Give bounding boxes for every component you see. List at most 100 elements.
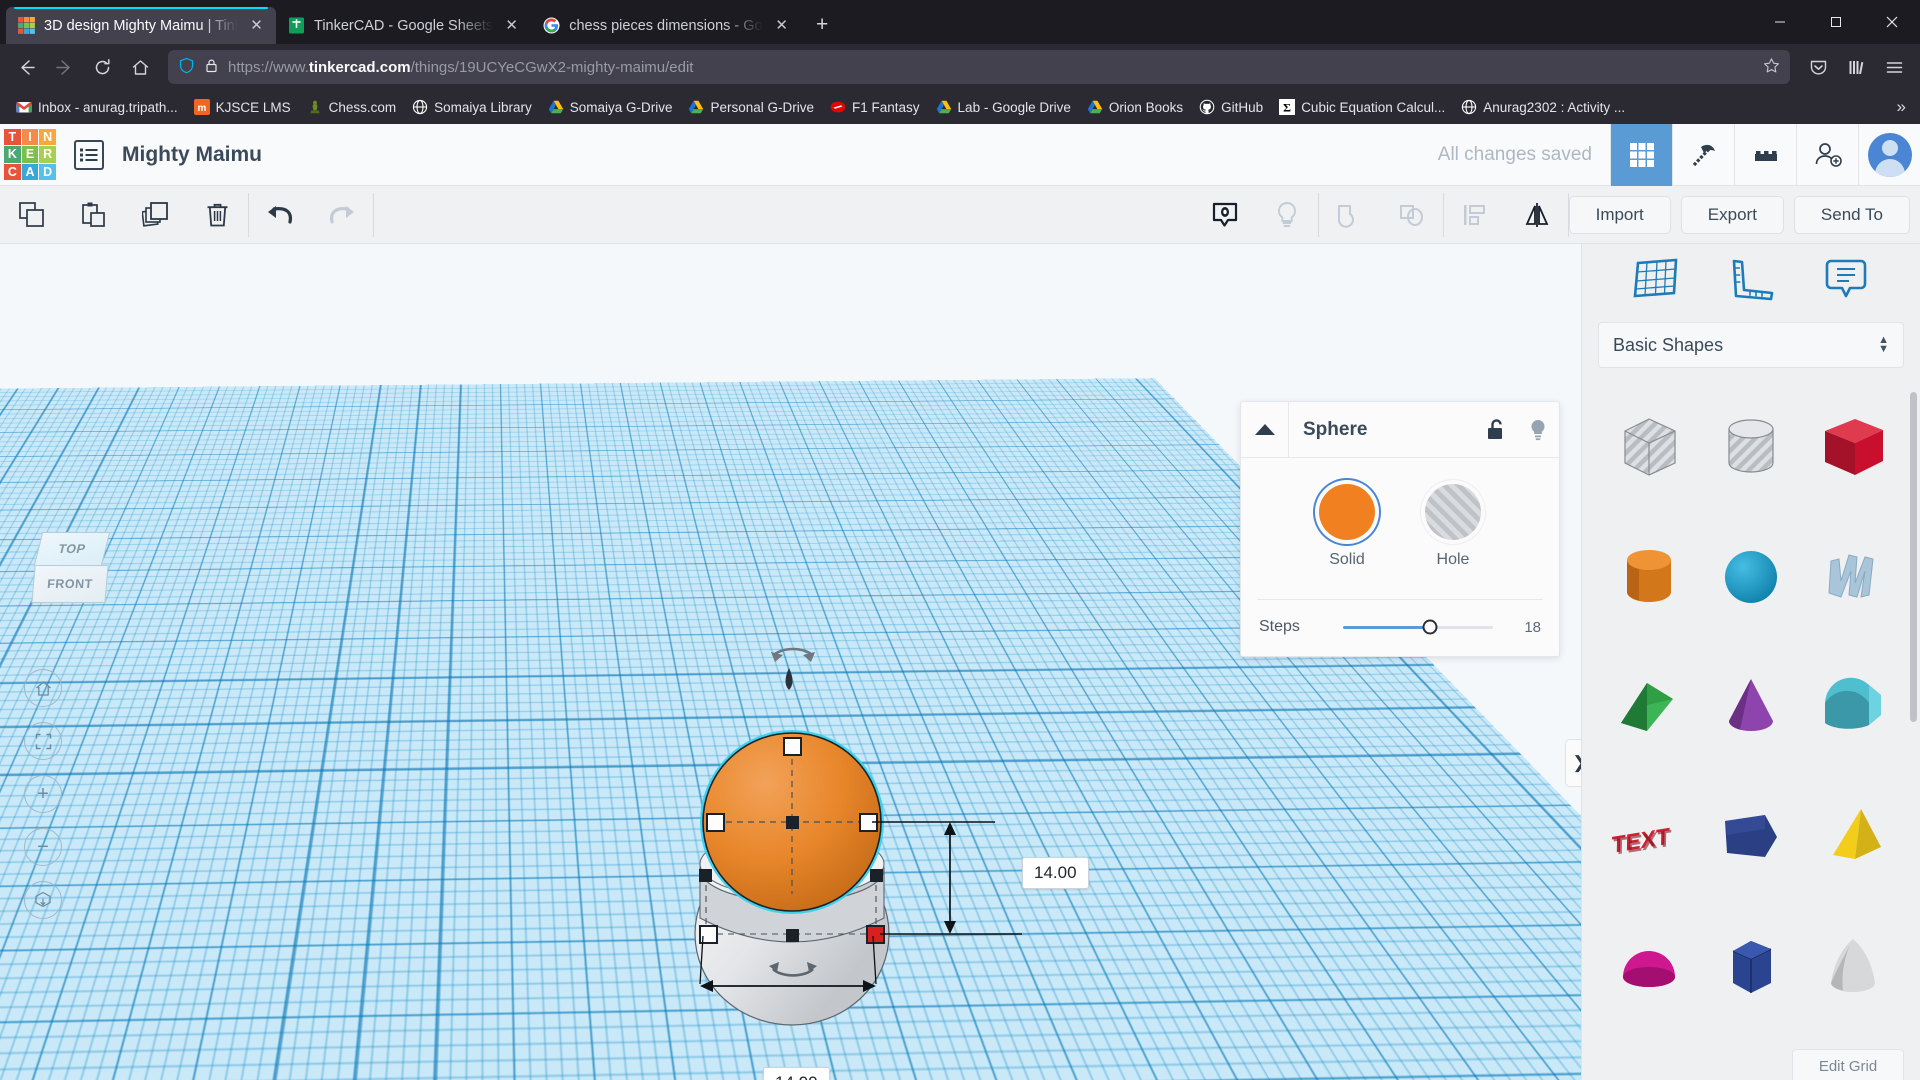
shape-item-dome[interactable]	[1598, 902, 1700, 1032]
close-icon[interactable]: ✕	[247, 16, 266, 35]
browser-tab-google-search[interactable]: chess pieces dimensions - Goog ✕	[531, 7, 801, 44]
browser-tab-tinkercad[interactable]: 3D design Mighty Maimu | Tinke ✕	[6, 7, 276, 44]
bookmark-cubic-equation-calculator[interactable]: Σ Cubic Equation Calcul...	[1271, 96, 1453, 118]
new-tab-button[interactable]: +	[805, 8, 839, 42]
collapse-triangle-icon[interactable]	[1241, 401, 1289, 458]
light-bulb-icon[interactable]	[1256, 186, 1318, 244]
copy-icon[interactable]	[0, 186, 62, 244]
steps-slider-knob[interactable]	[1422, 619, 1438, 635]
bookmark-somaiya-gdrive[interactable]: Somaiya G-Drive	[540, 96, 681, 118]
delete-icon[interactable]	[186, 186, 248, 244]
shapes-grid[interactable]: TEXT TEXT	[1582, 382, 1920, 1080]
bookmark-gmail[interactable]: Inbox - anurag.tripath...	[8, 96, 186, 118]
edit-grid-button[interactable]: Edit Grid	[1792, 1049, 1904, 1080]
reload-icon[interactable]	[84, 50, 120, 84]
bookmark-kjsce-lms[interactable]: m KJSCE LMS	[186, 96, 299, 118]
shape-item-text[interactable]: TEXT TEXT	[1598, 772, 1700, 902]
bookmark-chess-com[interactable]: Chess.com	[299, 96, 405, 118]
add-person-icon[interactable]	[1796, 123, 1858, 186]
list-menu-icon[interactable]	[74, 139, 104, 170]
shape-item-cone[interactable]	[1700, 642, 1802, 772]
steps-slider[interactable]	[1343, 619, 1493, 635]
import-button[interactable]: Import	[1568, 195, 1671, 234]
bricks-icon[interactable]	[1734, 123, 1796, 186]
shape-item-wedge[interactable]	[1700, 772, 1802, 902]
avatar-container[interactable]	[1858, 123, 1920, 186]
shield-icon[interactable]	[178, 57, 195, 78]
avatar[interactable]	[1867, 132, 1912, 177]
ruler-icon[interactable]	[1726, 257, 1776, 306]
shape-item-scribble[interactable]	[1802, 512, 1904, 642]
shape-item-pyramid[interactable]	[1802, 772, 1904, 902]
bookmark-orion-books[interactable]: Orion Books	[1079, 96, 1191, 118]
redo-icon[interactable]	[311, 186, 373, 244]
light-bulb-icon[interactable]	[1517, 402, 1559, 458]
page-title[interactable]: Mighty Maimu	[122, 143, 262, 167]
close-icon[interactable]: ✕	[502, 16, 521, 35]
shape-item-cylinder-hole[interactable]	[1700, 382, 1802, 512]
url-bar[interactable]: https://www.tinkercad.com/things/19UCYeC…	[168, 50, 1790, 84]
shape-item-cylinder[interactable]	[1598, 512, 1700, 642]
send-to-button[interactable]: Send To	[1793, 195, 1910, 234]
tinkercad-logo[interactable]: T I N K E R C A D	[4, 128, 56, 181]
shape-item-box-hole[interactable]	[1598, 382, 1700, 512]
bookmark-github[interactable]: GitHub	[1191, 96, 1271, 118]
notes-icon[interactable]	[1821, 257, 1871, 306]
logo-letter: A	[21, 163, 39, 181]
unlocked-padlock-icon[interactable]	[1475, 402, 1517, 458]
3d-canvas[interactable]: TOP FRONT + − 14.00	[0, 244, 1581, 1080]
shape-item-half-cylinder[interactable]	[1802, 642, 1904, 772]
maximize-icon[interactable]	[1808, 0, 1864, 44]
height-dimension-label[interactable]: 14.00	[1022, 857, 1089, 889]
bookmark-f1-fantasy[interactable]: F1 Fantasy	[822, 96, 928, 118]
solid-option[interactable]: Solid	[1319, 484, 1375, 569]
bookmark-somaiya-library[interactable]: Somaiya Library	[404, 96, 540, 118]
shape-item-paraboloid[interactable]	[1802, 902, 1904, 1032]
home-icon[interactable]	[122, 50, 158, 84]
library-icon[interactable]	[1838, 50, 1874, 84]
forward-icon[interactable]	[46, 50, 82, 84]
hole-option[interactable]: Hole	[1425, 484, 1481, 569]
align-icon[interactable]	[1444, 186, 1506, 244]
solid-label: Solid	[1329, 551, 1365, 568]
bookmark-label: KJSCE LMS	[215, 99, 291, 115]
width-dimension-label[interactable]: 14.00	[763, 1067, 830, 1080]
note-icon[interactable]	[1194, 186, 1256, 244]
mirror-icon[interactable]	[1506, 186, 1568, 244]
hamburger-icon[interactable]	[1876, 50, 1912, 84]
logo-letter: C	[4, 163, 21, 181]
shape-item-sphere[interactable]	[1700, 512, 1802, 642]
minimize-icon[interactable]	[1752, 0, 1808, 44]
ungroup-icon[interactable]	[1381, 186, 1443, 244]
codeblocks-pickaxe-icon[interactable]	[1672, 123, 1734, 186]
bookmark-personal-gdrive[interactable]: Personal G-Drive	[680, 96, 822, 118]
chevron-updown-icon[interactable]: ▲ ▼	[1878, 335, 1889, 355]
url-text[interactable]: https://www.tinkercad.com/things/19UCYeC…	[228, 59, 1754, 76]
shape-item-roof[interactable]	[1598, 642, 1700, 772]
group-icon[interactable]	[1319, 186, 1381, 244]
chess-piece-model[interactable]	[0, 244, 1581, 1080]
solid-color-swatch[interactable]	[1319, 484, 1375, 540]
paste-icon[interactable]	[62, 186, 124, 244]
browser-tab-google-sheets[interactable]: TinkerCAD - Google Sheets ✕	[276, 7, 531, 44]
export-button[interactable]: Export	[1680, 195, 1784, 234]
grid-view-icon[interactable]	[1610, 123, 1672, 186]
duplicate-icon[interactable]	[124, 186, 186, 244]
bookmark-lab-gdrive[interactable]: Lab - Google Drive	[928, 96, 1079, 118]
close-window-icon[interactable]	[1864, 0, 1920, 44]
shapes-scrollbar[interactable]	[1910, 392, 1917, 722]
bookmarks-overflow-button[interactable]: »	[1889, 95, 1914, 119]
steps-value[interactable]: 18	[1507, 619, 1541, 636]
star-icon[interactable]	[1763, 57, 1780, 78]
workplane-icon[interactable]	[1631, 257, 1681, 306]
lock-icon[interactable]	[204, 58, 219, 77]
pocket-icon[interactable]	[1800, 50, 1836, 84]
back-icon[interactable]	[8, 50, 44, 84]
undo-icon[interactable]	[249, 186, 311, 244]
shape-item-box[interactable]	[1802, 382, 1904, 512]
hole-pattern-swatch[interactable]	[1425, 484, 1481, 540]
shape-category-select[interactable]: Basic Shapes ▲ ▼	[1598, 322, 1904, 368]
bookmark-anurag2302-activity[interactable]: Anurag2302 : Activity ...	[1453, 96, 1633, 118]
close-icon[interactable]: ✕	[772, 16, 791, 35]
shape-item-hex-prism[interactable]	[1700, 902, 1802, 1032]
